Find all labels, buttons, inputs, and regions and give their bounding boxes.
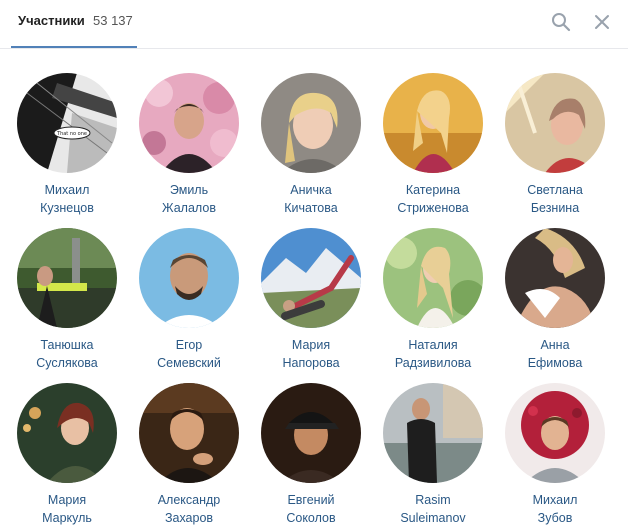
member-avatar[interactable]	[17, 383, 117, 483]
member-avatar[interactable]	[261, 73, 361, 173]
members-grid: That no one Михаил Кузнецов Эмиль Жалалов	[0, 48, 628, 530]
member-avatar[interactable]	[505, 73, 605, 173]
member-avatar[interactable]	[139, 383, 239, 483]
member-card[interactable]: Катерина Стриженова	[373, 73, 493, 217]
member-name[interactable]: Евгений Соколов	[251, 491, 371, 527]
avatar-badge-text: That no one	[56, 131, 87, 137]
member-name[interactable]: Мария Напорова	[251, 336, 371, 372]
member-avatar[interactable]	[139, 228, 239, 328]
member-card[interactable]: Анна Ефимова	[495, 228, 615, 372]
member-name[interactable]: Наталия Радзивилова	[373, 336, 493, 372]
member-name[interactable]: Эмиль Жалалов	[129, 181, 249, 217]
member-name[interactable]: Танюшка Суслякова	[7, 336, 127, 372]
search-icon[interactable]	[549, 10, 573, 34]
member-avatar[interactable]	[17, 228, 117, 328]
members-header: Участники 53 137	[0, 0, 628, 49]
member-avatar[interactable]	[383, 383, 483, 483]
member-avatar[interactable]	[261, 383, 361, 483]
member-count: 53 137	[93, 13, 133, 28]
member-name[interactable]: Катерина Стриженова	[373, 181, 493, 217]
member-name[interactable]: Михаил Зубов	[495, 491, 615, 527]
member-avatar[interactable]	[261, 228, 361, 328]
member-avatar[interactable]: That no one	[17, 73, 117, 173]
member-card[interactable]: Евгений Соколов	[251, 383, 371, 527]
member-avatar[interactable]	[505, 383, 605, 483]
member-card[interactable]: Мария Маркуль	[7, 383, 127, 527]
tab-title: Участники	[18, 13, 85, 28]
member-card[interactable]: Аничка Кичатова	[251, 73, 371, 217]
member-card[interactable]: Танюшка Суслякова	[7, 228, 127, 372]
member-name[interactable]: Михаил Кузнецов	[7, 181, 127, 217]
tab-members[interactable]: Участники 53 137	[11, 0, 137, 48]
member-name[interactable]: Александр Захаров	[129, 491, 249, 527]
member-card[interactable]: That no one Михаил Кузнецов	[7, 73, 127, 217]
member-name[interactable]: Мария Маркуль	[7, 491, 127, 527]
member-name[interactable]: Светлана Безнина	[495, 181, 615, 217]
member-name[interactable]: Егор Семевский	[129, 336, 249, 372]
member-name[interactable]: Анна Ефимова	[495, 336, 615, 372]
member-name[interactable]: Rasim Suleimanov	[373, 491, 493, 527]
member-card[interactable]: Александр Захаров	[129, 383, 249, 527]
close-icon[interactable]	[590, 10, 614, 34]
member-card[interactable]: Rasim Suleimanov	[373, 383, 493, 527]
member-avatar[interactable]	[383, 228, 483, 328]
member-card[interactable]: Егор Семевский	[129, 228, 249, 372]
member-avatar[interactable]	[383, 73, 483, 173]
member-card[interactable]: Светлана Безнина	[495, 73, 615, 217]
member-card[interactable]: Михаил Зубов	[495, 383, 615, 527]
member-name[interactable]: Аничка Кичатова	[251, 181, 371, 217]
member-avatar[interactable]	[505, 228, 605, 328]
member-card[interactable]: Наталия Радзивилова	[373, 228, 493, 372]
member-card[interactable]: Мария Напорова	[251, 228, 371, 372]
member-card[interactable]: Эмиль Жалалов	[129, 73, 249, 217]
member-avatar[interactable]	[139, 73, 239, 173]
